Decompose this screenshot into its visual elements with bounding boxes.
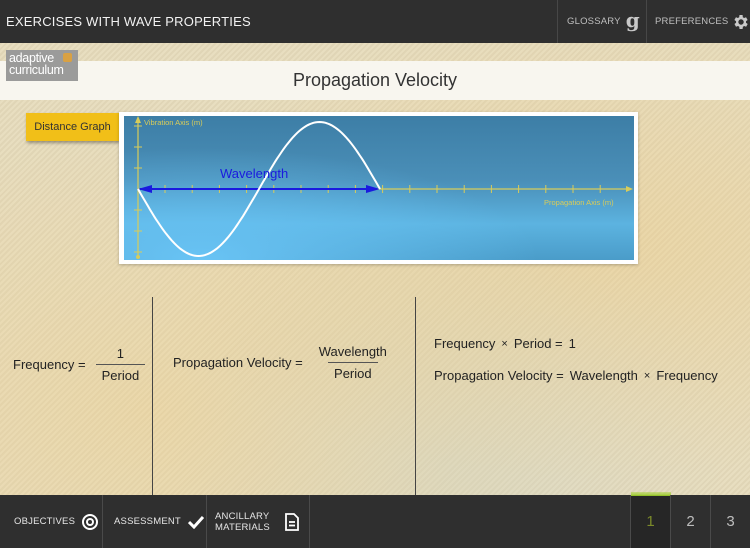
gear-icon xyxy=(734,14,749,29)
frequency-lhs: Frequency = xyxy=(13,357,86,372)
propagation-axis-arrow xyxy=(626,186,633,192)
velocity-product-a: Wavelength xyxy=(569,368,638,383)
page-title: Propagation Velocity xyxy=(292,70,458,90)
frequency-numerator: 1 xyxy=(116,346,125,361)
divider-2 xyxy=(415,297,416,495)
vibration-axis-end xyxy=(136,255,140,259)
page-2-button[interactable]: 2 xyxy=(670,495,710,548)
velocity-lhs: Propagation Velocity = xyxy=(173,355,303,370)
velocity-product-lhs: Propagation Velocity = xyxy=(434,368,564,383)
product-c: 1 xyxy=(568,336,576,351)
glossary-label: GLOSSARY xyxy=(567,16,621,27)
wavelength-label: Wavelength xyxy=(220,166,288,181)
velocity-numerator: Wavelength xyxy=(318,344,387,359)
app-title: EXERCISES WITH WAVE PROPERTIES xyxy=(6,14,251,29)
frequency-period-product: Frequency × Period = 1 xyxy=(434,336,576,351)
distance-graph-button[interactable]: Distance Graph xyxy=(26,113,119,141)
target-icon xyxy=(82,513,99,530)
vibration-axis-label: Vibration Axis (m) xyxy=(144,118,203,127)
preferences-label: PREFERENCES xyxy=(655,16,729,27)
top-bar: EXERCISES WITH WAVE PROPERTIES GLOSSARY … xyxy=(0,0,750,43)
velocity-product-formula: Propagation Velocity = Wavelength × Freq… xyxy=(434,368,718,383)
bottom-bar: OBJECTIVES ASSESSMENT ANCILLARY MATERIAL… xyxy=(0,492,750,548)
objectives-label: OBJECTIVES xyxy=(14,516,76,527)
assessment-label: ASSESSMENT xyxy=(114,516,181,527)
graph-svg: Wavelength Vibration Axis (m) Propagatio… xyxy=(134,116,633,259)
times-symbol: × xyxy=(501,337,508,350)
ancillary-materials-button[interactable]: ANCILLARY MATERIALS xyxy=(207,495,310,548)
graph-frame: Wavelength Vibration Axis (m) Propagatio… xyxy=(119,112,638,264)
preferences-button[interactable]: PREFERENCES xyxy=(646,0,750,43)
propagation-axis-label: Propagation Axis (m) xyxy=(544,198,614,207)
assessment-button[interactable]: ASSESSMENT xyxy=(103,495,207,548)
vibration-axis-arrow xyxy=(135,116,141,123)
checkmark-icon xyxy=(187,515,204,529)
times-symbol: × xyxy=(643,369,651,382)
frequency-formula: Frequency = 1 Period xyxy=(13,346,146,383)
divider-1 xyxy=(152,297,153,495)
page-1-button[interactable]: 1 xyxy=(630,492,671,548)
frequency-denominator: Period xyxy=(95,364,146,383)
ancillary-line-1: ANCILLARY xyxy=(215,510,270,522)
page-3-button[interactable]: 3 xyxy=(710,495,750,548)
glossary-button[interactable]: GLOSSARY g xyxy=(557,0,646,43)
ancillary-label: ANCILLARY MATERIALS xyxy=(215,511,275,533)
product-b: Period = xyxy=(513,336,563,351)
logo-mark-icon xyxy=(63,53,72,62)
velocity-fraction: Wavelength Period xyxy=(313,344,393,381)
glossary-g-icon: g xyxy=(625,7,640,32)
document-icon xyxy=(285,512,299,531)
wave-graph: Wavelength Vibration Axis (m) Propagatio… xyxy=(124,116,634,260)
frequency-fraction: 1 Period xyxy=(95,346,146,383)
velocity-product-b: Frequency xyxy=(656,368,718,383)
velocity-denominator: Period xyxy=(328,362,378,381)
ancillary-line-2: MATERIALS xyxy=(215,521,270,533)
velocity-formula: Propagation Velocity = Wavelength Period xyxy=(173,344,393,381)
product-a: Frequency xyxy=(434,336,496,351)
objectives-button[interactable]: OBJECTIVES xyxy=(0,495,103,548)
